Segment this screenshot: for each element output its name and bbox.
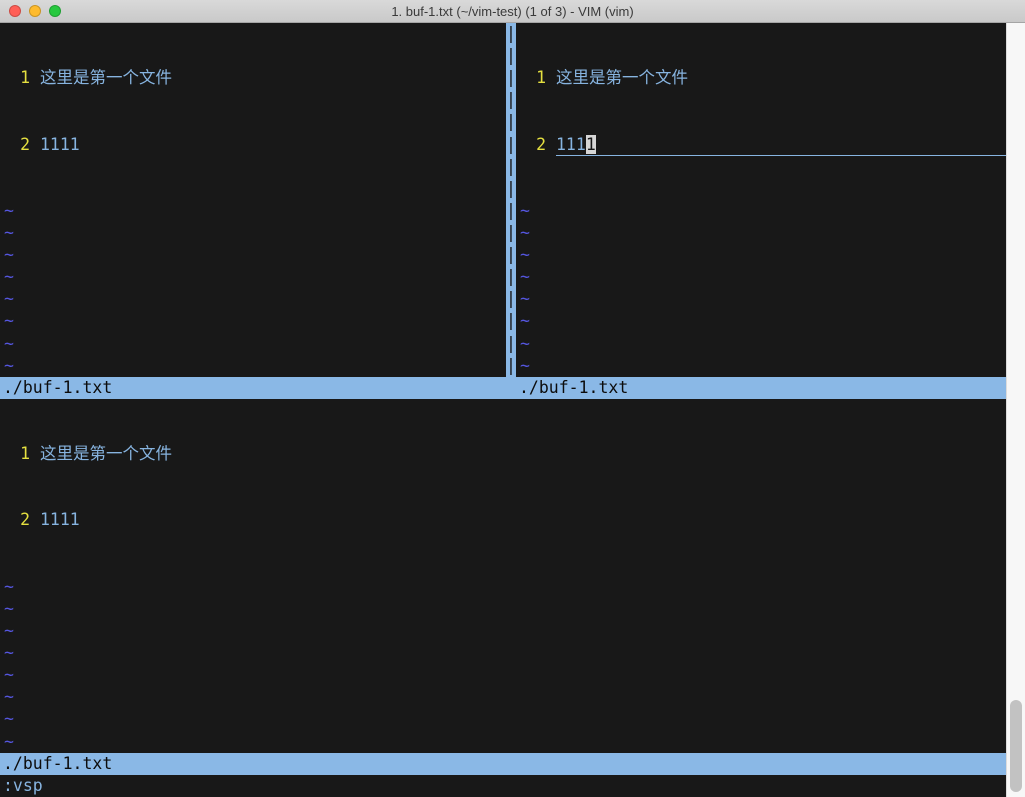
line-number-gap bbox=[546, 67, 556, 89]
separator-glyph: | bbox=[506, 178, 516, 200]
macvim-window: 1. buf-1.txt (~/vim-test) (1 of 3) - VIM… bbox=[0, 0, 1025, 797]
separator-glyph: | bbox=[506, 200, 516, 222]
separator-glyph: | bbox=[506, 156, 516, 178]
line-text: 1111 bbox=[556, 134, 596, 156]
tilde-row: ~ bbox=[4, 333, 506, 355]
tilde-row: ~ bbox=[4, 731, 1006, 753]
traffic-lights bbox=[9, 5, 61, 17]
buffer-line: 2 1111 bbox=[0, 134, 506, 156]
tilde-row: ~ bbox=[520, 333, 1006, 355]
close-button[interactable] bbox=[9, 5, 21, 17]
separator-glyph: | bbox=[506, 134, 516, 156]
line-text: 这里是第一个文件 bbox=[40, 443, 172, 465]
line-number: 1 bbox=[516, 67, 546, 89]
block-cursor: 1 bbox=[586, 135, 596, 154]
line-number-gap bbox=[30, 134, 40, 156]
buffer-line: 2 1111 bbox=[0, 509, 1006, 531]
tilde-row: ~ bbox=[4, 310, 506, 332]
line-number-gap bbox=[30, 67, 40, 89]
separator-glyph: | bbox=[506, 310, 516, 332]
tilde-row: ~ bbox=[4, 664, 1006, 686]
tilde-row: ~ bbox=[4, 642, 1006, 664]
line-text: 这里是第一个文件 bbox=[556, 67, 688, 89]
zoom-button[interactable] bbox=[49, 5, 61, 17]
buffer-line: 1 这里是第一个文件 bbox=[516, 67, 1006, 89]
scrollbar-track[interactable] bbox=[1006, 23, 1025, 797]
tilde-row: ~ bbox=[520, 266, 1006, 288]
vim-command-line[interactable]: :vsp bbox=[0, 775, 1006, 797]
titlebar[interactable]: 1. buf-1.txt (~/vim-test) (1 of 3) - VIM… bbox=[0, 0, 1025, 23]
statusline-top-right[interactable]: ./buf-1.txt bbox=[516, 377, 1006, 399]
separator-glyph: | bbox=[506, 288, 516, 310]
line-number-gap bbox=[546, 134, 556, 156]
line-number-gap bbox=[30, 509, 40, 531]
separator-glyph: | bbox=[506, 333, 516, 355]
line-text: 这里是第一个文件 bbox=[40, 67, 172, 89]
separator-glyph: | bbox=[506, 89, 516, 111]
tilde-row: ~ bbox=[520, 244, 1006, 266]
tilde-row: ~ bbox=[4, 576, 1006, 598]
tilde-row: ~ bbox=[520, 355, 1006, 377]
buffer-line: 1 这里是第一个文件 bbox=[0, 67, 506, 89]
scrollbar-thumb[interactable] bbox=[1010, 700, 1022, 792]
tilde-row: ~ bbox=[520, 200, 1006, 222]
cursorline-underline bbox=[596, 134, 1006, 156]
line-number: 2 bbox=[516, 134, 546, 156]
tilde-row: ~ bbox=[4, 244, 506, 266]
separator-glyph: | bbox=[506, 67, 516, 89]
tilde-column: ~~~~~~~~~~~~~~ bbox=[516, 200, 1006, 377]
tilde-row: ~ bbox=[4, 686, 1006, 708]
separator-glyph: | bbox=[506, 355, 516, 377]
tilde-row: ~ bbox=[4, 266, 506, 288]
line-text: 1111 bbox=[40, 134, 80, 156]
tilde-row: ~ bbox=[4, 288, 506, 310]
vim-pane-top-right[interactable]: 1这里是第一个文件 21111 ~~~~~~~~~~~~~~ bbox=[516, 23, 1006, 377]
separator-glyph: | bbox=[506, 111, 516, 133]
tilde-row: ~ bbox=[4, 355, 506, 377]
tilde-column: ~~~~~~~~~~~~~~ bbox=[0, 200, 506, 377]
separator-glyph: | bbox=[506, 244, 516, 266]
vim-pane-top-left[interactable]: 1 这里是第一个文件 2 1111 ~~~~~~~~~~~~~~ bbox=[0, 23, 506, 377]
tilde-row: ~ bbox=[4, 200, 506, 222]
tilde-row: ~ bbox=[4, 620, 1006, 642]
tilde-column: ~~~~~~~~~~~~~~ bbox=[0, 576, 1006, 753]
vim-pane-bottom[interactable]: 1 这里是第一个文件 2 1111 ~~~~~~~~~~~~~~ bbox=[0, 399, 1006, 753]
line-number: 1 bbox=[0, 443, 30, 465]
minimize-button[interactable] bbox=[29, 5, 41, 17]
window-title: 1. buf-1.txt (~/vim-test) (1 of 3) - VIM… bbox=[391, 4, 633, 19]
tilde-row: ~ bbox=[520, 310, 1006, 332]
line-number: 2 bbox=[0, 509, 30, 531]
buffer-line: 1 这里是第一个文件 bbox=[0, 443, 1006, 465]
tilde-row: ~ bbox=[4, 222, 506, 244]
statusline-top-left[interactable]: ./buf-1.txt bbox=[0, 377, 516, 399]
line-number: 1 bbox=[0, 67, 30, 89]
vim-editor: 1这里是第一个文件 21111 ~~~~~~~~~~~~~~ |||||||||… bbox=[0, 23, 1006, 797]
text-before-cursor: 111 bbox=[556, 135, 586, 154]
vertical-split-separator[interactable]: |||||||||||||||| bbox=[506, 23, 516, 377]
separator-glyph: | bbox=[506, 222, 516, 244]
tilde-row: ~ bbox=[520, 222, 1006, 244]
line-number-gap bbox=[30, 443, 40, 465]
separator-glyph: | bbox=[506, 45, 516, 67]
separator-glyph: | bbox=[506, 266, 516, 288]
separator-glyph: | bbox=[506, 23, 516, 45]
tilde-row: ~ bbox=[4, 598, 1006, 620]
statusline-bottom[interactable]: ./buf-1.txt bbox=[0, 753, 1006, 775]
tilde-row: ~ bbox=[4, 708, 1006, 730]
line-text: 1111 bbox=[40, 509, 80, 531]
tilde-row: ~ bbox=[520, 288, 1006, 310]
buffer-line-cursor: 2 1111 bbox=[516, 134, 1006, 156]
line-number: 2 bbox=[0, 134, 30, 156]
